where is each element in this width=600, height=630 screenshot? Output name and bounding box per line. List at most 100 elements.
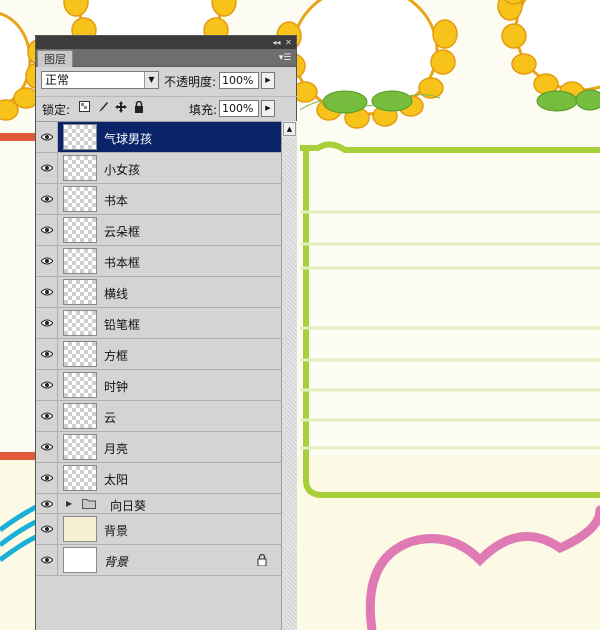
visibility-toggle[interactable] [36,514,58,544]
layer-name: 时钟 [104,380,129,394]
lock-image-pixels-brush-icon[interactable] [96,101,109,114]
layer-name: 背景 [104,524,129,538]
lock-position-move-icon[interactable] [114,101,127,114]
layer-row[interactable]: 太阳 [36,463,281,494]
layer-name: 月亮 [104,442,129,456]
expand-triangle-icon[interactable]: ▶ [66,499,72,508]
layer-name: 小女孩 [104,163,141,177]
lock-icon [257,554,267,566]
layer-thumbnail [63,310,97,336]
opacity-input[interactable]: 100% [219,72,259,89]
visibility-toggle[interactable] [36,401,58,431]
layer-row[interactable]: 书本框 [36,246,281,277]
layer-name: 横线 [104,287,129,301]
eye-icon [41,164,53,172]
panel-tab-bar: 图层 ▾☰ [36,49,296,67]
visibility-toggle[interactable] [36,153,58,183]
layer-row[interactable]: 横线 [36,277,281,308]
visibility-toggle[interactable] [36,184,58,214]
eye-icon [41,350,53,358]
eye-icon [41,195,53,203]
layer-name: 书本框 [104,256,141,270]
layer-thumbnail [63,465,97,491]
layer-thumbnail [63,372,97,398]
visibility-toggle[interactable] [36,308,58,338]
layer-row[interactable]: 云 [36,401,281,432]
eye-icon [41,412,53,420]
fill-label: 填充: [189,103,218,117]
chevron-down-icon: ▼ [144,72,158,88]
layer-thumbnail [63,403,97,429]
layer-name: 气球男孩 [104,132,153,146]
visibility-toggle[interactable] [36,432,58,462]
layer-row[interactable]: 书本 [36,184,281,215]
layer-name: 方框 [104,349,129,363]
layer-row[interactable]: 铅笔框 [36,308,281,339]
visibility-toggle[interactable] [36,215,58,245]
layer-list: 气球男孩 小女孩 书本 云朵框 书本框 横线 铅笔框 方框 时钟 云 月亮 太阳… [36,121,281,630]
eye-icon [41,556,53,564]
blend-mode-value: 正常 [45,73,70,87]
layer-row[interactable]: 气球男孩 [36,122,281,153]
lock-all-icon[interactable] [132,100,145,114]
layer-group-row[interactable]: ▶ 向日葵 [36,494,281,514]
eye-icon [41,381,53,389]
layer-row[interactable]: 背景 [36,514,281,545]
visibility-toggle[interactable] [36,339,58,369]
panel-titlebar[interactable]: ◂◂ ✕ [36,36,296,49]
layer-thumbnail [63,217,97,243]
layer-thumbnail [63,186,97,212]
eye-icon [41,500,53,508]
visibility-toggle[interactable] [36,277,58,307]
layer-row[interactable]: 月亮 [36,432,281,463]
eye-icon [41,319,53,327]
opacity-label: 不透明度: [164,75,217,89]
layer-row[interactable]: 小女孩 [36,153,281,184]
layer-name: 书本 [104,194,129,208]
scroll-up-arrow-icon[interactable]: ▲ [283,122,296,136]
layer-thumbnail [63,248,97,274]
visibility-toggle[interactable] [36,545,58,575]
layer-name: 背景 [104,555,129,569]
eye-icon [41,257,53,265]
close-icon[interactable]: ✕ [283,36,294,49]
layer-thumbnail [63,516,97,542]
visibility-toggle[interactable] [36,122,58,152]
eye-icon [41,474,53,482]
layer-thumbnail [63,434,97,460]
layer-name: 太阳 [104,473,129,487]
opacity-flyout-button[interactable]: ▶ [261,72,275,89]
fill-input[interactable]: 100% [219,100,259,117]
panel-menu-icon[interactable]: ▾☰ [278,52,292,64]
layer-row[interactable]: 云朵框 [36,215,281,246]
layers-panel: ◂◂ ✕ 图层 ▾☰ 正常 ▼ 不透明度: 100% ▶ 锁定: 填充: 100… [35,35,298,630]
double-chevron-left-icon[interactable]: ◂◂ [271,36,282,49]
layer-row[interactable]: 背景 [36,545,281,576]
visibility-toggle[interactable] [36,494,58,513]
layer-list-scrollbar[interactable]: ▲ [281,121,297,630]
layer-thumbnail [63,279,97,305]
blend-opacity-row: 正常 ▼ 不透明度: 100% ▶ [36,68,298,94]
eye-icon [41,525,53,533]
visibility-toggle[interactable] [36,370,58,400]
lock-fill-row: 锁定: 填充: 100% ▶ [36,96,298,120]
layer-row[interactable]: 时钟 [36,370,281,401]
layer-thumbnail [63,547,97,573]
layer-thumbnail [63,155,97,181]
visibility-toggle[interactable] [36,246,58,276]
visibility-toggle[interactable] [36,463,58,493]
tab-layers[interactable]: 图层 [37,50,73,67]
layer-thumbnail [63,341,97,367]
lock-transparent-pixels-icon[interactable] [78,101,91,114]
blend-mode-select[interactable]: 正常 ▼ [41,71,159,89]
layer-name: 铅笔框 [104,318,141,332]
eye-icon [41,443,53,451]
eye-icon [41,133,53,141]
fill-flyout-button[interactable]: ▶ [261,100,275,117]
layer-thumbnail [63,124,97,150]
layer-name: 云朵框 [104,225,141,239]
layer-name: 云 [104,411,117,425]
layer-row[interactable]: 方框 [36,339,281,370]
scroll-track[interactable] [282,138,297,630]
folder-icon [82,499,96,509]
